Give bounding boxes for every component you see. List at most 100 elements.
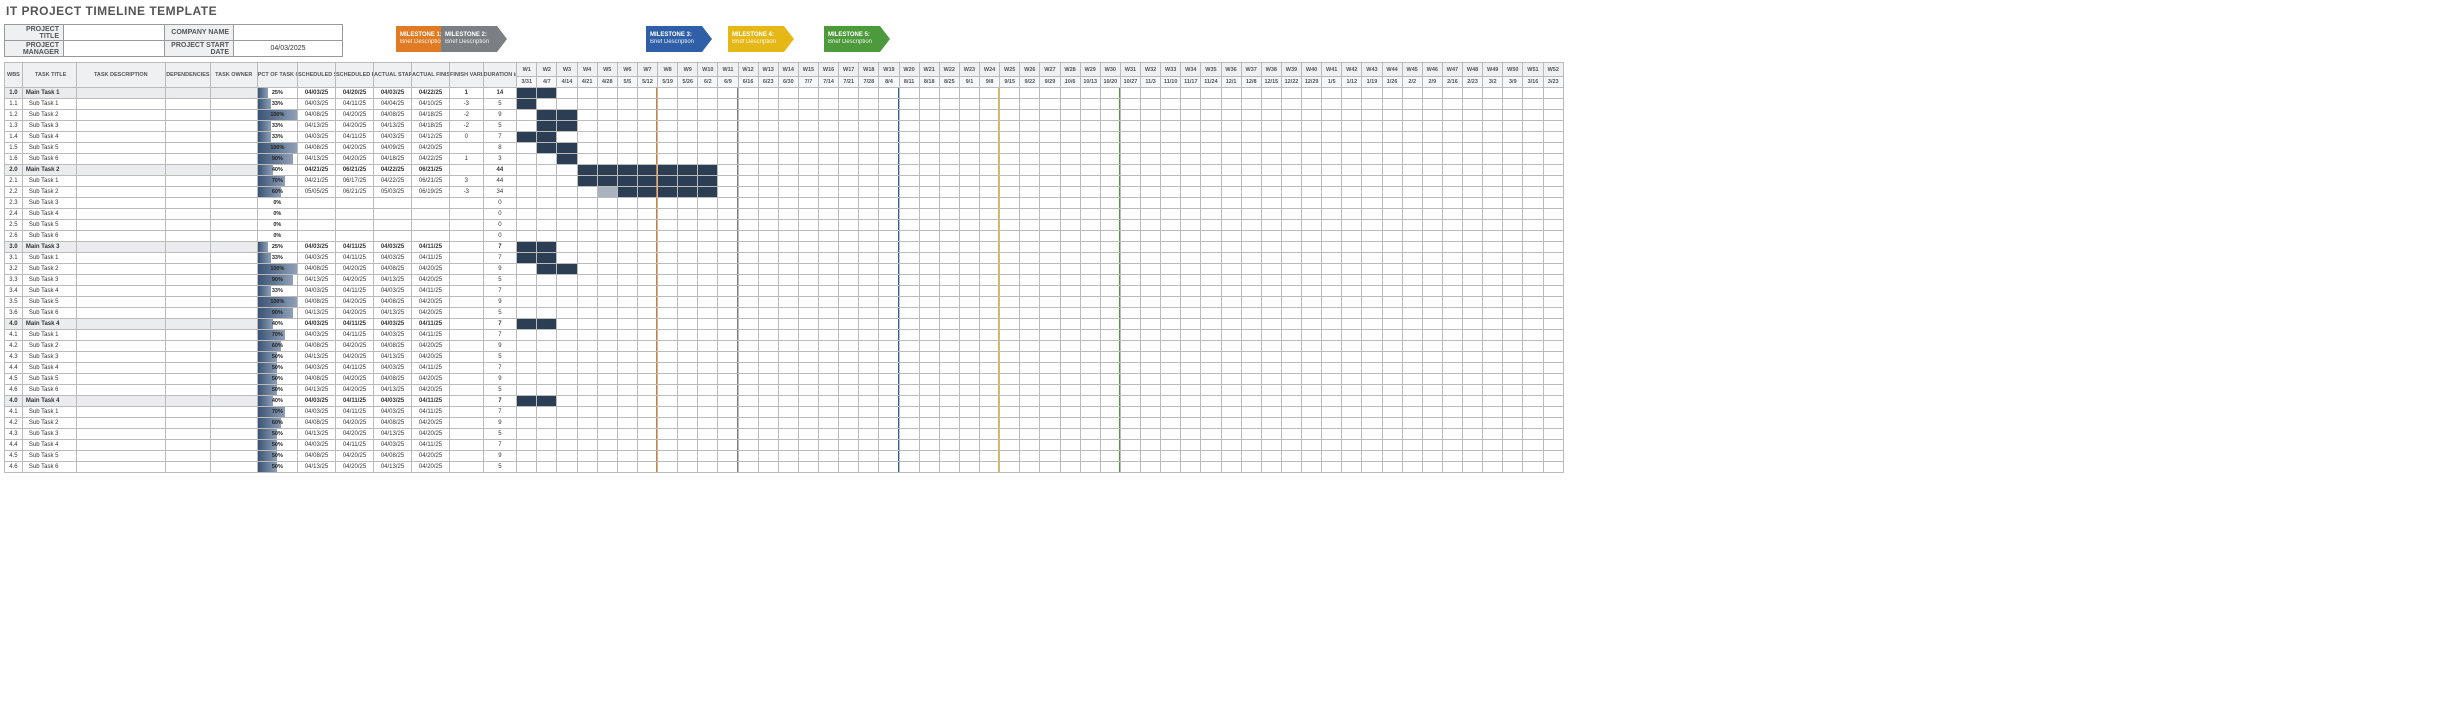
cell[interactable]: 04/03/25 xyxy=(297,440,335,451)
cell[interactable]: 4.1 xyxy=(5,407,23,418)
cell[interactable]: 4.1 xyxy=(5,330,23,341)
cell[interactable]: Main Task 2 xyxy=(22,165,76,176)
cell[interactable]: 4.6 xyxy=(5,385,23,396)
cell[interactable]: 04/08/25 xyxy=(374,264,412,275)
cell[interactable]: 4.3 xyxy=(5,429,23,440)
cell[interactable] xyxy=(76,187,165,198)
cell[interactable] xyxy=(76,462,165,473)
cell[interactable]: Sub Task 3 xyxy=(22,275,76,286)
cell[interactable] xyxy=(450,242,484,253)
cell[interactable] xyxy=(450,209,484,220)
cell[interactable]: 7 xyxy=(483,319,517,330)
cell[interactable]: 04/04/25 xyxy=(374,99,412,110)
pct-cell[interactable]: 33% xyxy=(257,99,297,110)
cell[interactable] xyxy=(210,110,257,121)
cell[interactable]: 2.0 xyxy=(5,165,23,176)
cell[interactable]: Sub Task 5 xyxy=(22,451,76,462)
cell[interactable]: 04/20/25 xyxy=(336,297,374,308)
cell[interactable]: 04/20/25 xyxy=(412,275,450,286)
cell[interactable] xyxy=(450,253,484,264)
cell[interactable] xyxy=(210,88,257,99)
cell[interactable]: 04/03/25 xyxy=(297,253,335,264)
cell[interactable]: 04/13/25 xyxy=(297,429,335,440)
cell[interactable] xyxy=(166,330,211,341)
cell[interactable]: Sub Task 1 xyxy=(22,330,76,341)
cell[interactable]: 04/03/25 xyxy=(374,88,412,99)
cell[interactable] xyxy=(76,429,165,440)
cell[interactable]: 04/20/25 xyxy=(336,352,374,363)
cell[interactable]: 1.3 xyxy=(5,121,23,132)
cell[interactable] xyxy=(166,352,211,363)
cell[interactable]: 04/20/25 xyxy=(412,143,450,154)
cell[interactable]: 3.6 xyxy=(5,308,23,319)
cell[interactable] xyxy=(76,209,165,220)
cell[interactable]: 4.0 xyxy=(5,396,23,407)
cell[interactable] xyxy=(166,385,211,396)
cell[interactable]: 3.0 xyxy=(5,242,23,253)
cell[interactable] xyxy=(166,253,211,264)
cell[interactable] xyxy=(210,275,257,286)
cell[interactable] xyxy=(166,407,211,418)
cell[interactable] xyxy=(210,176,257,187)
cell[interactable]: 04/20/25 xyxy=(412,308,450,319)
cell[interactable]: Sub Task 3 xyxy=(22,121,76,132)
pct-cell[interactable]: 70% xyxy=(257,407,297,418)
cell[interactable]: -2 xyxy=(450,110,484,121)
cell[interactable]: 9 xyxy=(483,341,517,352)
cell[interactable]: 04/20/25 xyxy=(336,451,374,462)
cell[interactable]: 04/11/25 xyxy=(412,253,450,264)
cell[interactable]: 05/03/25 xyxy=(374,187,412,198)
cell[interactable]: Main Task 4 xyxy=(22,396,76,407)
cell[interactable]: 04/11/25 xyxy=(336,286,374,297)
cell[interactable]: 2.4 xyxy=(5,209,23,220)
pct-cell[interactable]: 33% xyxy=(257,253,297,264)
cell[interactable]: 04/08/25 xyxy=(374,451,412,462)
cell[interactable]: Sub Task 1 xyxy=(22,99,76,110)
cell[interactable] xyxy=(166,231,211,242)
cell[interactable]: 04/08/25 xyxy=(297,264,335,275)
cell[interactable] xyxy=(336,198,374,209)
cell[interactable] xyxy=(166,132,211,143)
cell[interactable]: 04/08/25 xyxy=(297,297,335,308)
cell[interactable]: 9 xyxy=(483,264,517,275)
pct-cell[interactable]: 50% xyxy=(257,385,297,396)
cell[interactable] xyxy=(297,198,335,209)
cell[interactable]: 1.0 xyxy=(5,88,23,99)
cell[interactable] xyxy=(210,308,257,319)
cell[interactable]: 04/08/25 xyxy=(297,451,335,462)
cell[interactable]: 04/03/25 xyxy=(374,407,412,418)
cell[interactable] xyxy=(450,198,484,209)
cell[interactable] xyxy=(76,330,165,341)
cell[interactable]: 04/03/25 xyxy=(297,99,335,110)
cell[interactable]: 04/13/25 xyxy=(374,429,412,440)
cell[interactable]: 7 xyxy=(483,253,517,264)
cell[interactable]: 04/22/25 xyxy=(412,88,450,99)
cell[interactable]: 3.1 xyxy=(5,253,23,264)
cell[interactable]: Sub Task 1 xyxy=(22,407,76,418)
cell[interactable]: 04/08/25 xyxy=(297,341,335,352)
cell[interactable]: Sub Task 1 xyxy=(22,253,76,264)
cell[interactable] xyxy=(210,407,257,418)
cell[interactable] xyxy=(450,418,484,429)
cell[interactable] xyxy=(210,264,257,275)
cell[interactable] xyxy=(450,319,484,330)
cell[interactable]: 4.5 xyxy=(5,451,23,462)
cell[interactable]: 04/03/25 xyxy=(297,286,335,297)
cell[interactable] xyxy=(76,451,165,462)
cell[interactable] xyxy=(166,187,211,198)
cell[interactable]: 2.3 xyxy=(5,198,23,209)
pct-cell[interactable]: 0% xyxy=(257,209,297,220)
cell[interactable]: Sub Task 4 xyxy=(22,363,76,374)
cell[interactable]: 4.2 xyxy=(5,418,23,429)
cell[interactable] xyxy=(76,165,165,176)
pct-cell[interactable]: 50% xyxy=(257,451,297,462)
cell[interactable]: 04/20/25 xyxy=(336,418,374,429)
cell[interactable]: 14 xyxy=(483,88,517,99)
cell[interactable] xyxy=(374,209,412,220)
cell[interactable]: 4.4 xyxy=(5,363,23,374)
cell[interactable] xyxy=(450,385,484,396)
cell[interactable]: 06/21/25 xyxy=(336,187,374,198)
cell[interactable] xyxy=(450,352,484,363)
cell[interactable]: 04/13/25 xyxy=(297,154,335,165)
cell[interactable] xyxy=(210,330,257,341)
